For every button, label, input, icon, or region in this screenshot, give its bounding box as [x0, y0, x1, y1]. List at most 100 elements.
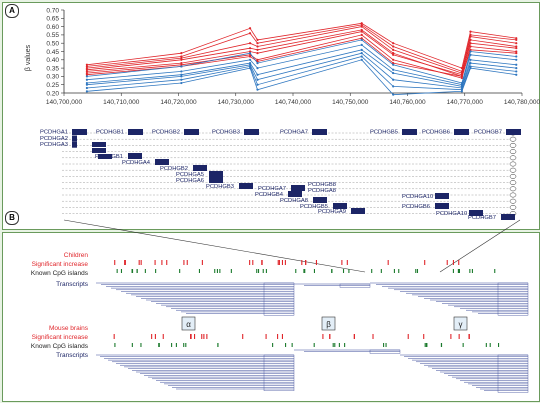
track-end-marker — [509, 186, 517, 192]
gene-label: PCDHGB3 — [212, 130, 240, 136]
exon-block — [454, 129, 469, 135]
track-end-marker — [509, 167, 517, 173]
y-axis-label: β values — [25, 44, 32, 71]
data-point — [248, 55, 252, 58]
track-end-marker — [509, 192, 517, 198]
exon-block — [184, 129, 199, 135]
exon-block — [291, 185, 305, 191]
x-tick-label: 140,750,000 — [332, 99, 369, 106]
gene-label: PCDHGB5 — [370, 130, 398, 136]
data-point — [469, 45, 472, 48]
gene-label: PCDHGB1 — [96, 130, 124, 136]
data-point — [256, 38, 259, 41]
significant-increase-label-2: Significant increase — [32, 334, 89, 341]
x-tick-label: 140,770,000 — [447, 99, 484, 106]
x-tick-label: 140,740,000 — [275, 99, 312, 106]
gene-label: PCDHGB6 — [402, 204, 430, 210]
transcripts-label-1: Transcripts — [56, 281, 89, 288]
track-end-marker — [509, 204, 517, 210]
data-point — [180, 75, 183, 78]
data-point — [360, 38, 363, 41]
x-tick-label: 140,700,000 — [46, 99, 83, 106]
data-point — [515, 70, 518, 73]
data-point — [392, 78, 395, 81]
data-point — [515, 63, 518, 66]
data-point — [392, 85, 395, 88]
data-point — [360, 33, 363, 37]
transcript-exon-block — [263, 282, 295, 316]
x-tick-label: 140,710,000 — [103, 99, 140, 106]
gene-label: PCDHGA2 — [40, 136, 68, 142]
exon-block — [72, 129, 87, 135]
data-point — [469, 58, 472, 61]
exon-block — [506, 129, 521, 135]
data-point — [469, 30, 472, 33]
exon-block — [72, 135, 77, 142]
data-point — [85, 78, 88, 81]
exon-block — [435, 193, 449, 199]
data-point — [85, 83, 88, 86]
data-point — [180, 52, 183, 55]
data-point — [360, 48, 363, 51]
exon-block — [351, 208, 365, 214]
exon-block — [92, 148, 106, 153]
track-end-marker — [509, 161, 517, 167]
data-point — [392, 45, 395, 48]
gene-label: PCDHGA1 — [40, 130, 68, 136]
exon-block — [92, 142, 106, 147]
track-end-marker — [509, 142, 517, 148]
data-point — [392, 58, 395, 61]
cluster-alpha-label: α — [186, 320, 191, 329]
track-end-marker — [509, 155, 517, 161]
exon-block — [239, 183, 253, 189]
exon-block — [128, 129, 143, 135]
data-point — [469, 35, 472, 38]
genome-browser: Children Significant increase Known CpG … — [31, 252, 529, 393]
data-point — [360, 30, 363, 33]
data-point — [392, 48, 395, 51]
exon-block — [128, 153, 142, 159]
track-end-marker — [509, 136, 517, 142]
y-tick-label: 0.45 — [46, 49, 59, 56]
gene-label: PCDHGA7 — [280, 130, 308, 136]
y-tick-label: 0.35 — [46, 65, 59, 72]
data-point — [392, 71, 395, 75]
exon-block — [209, 177, 223, 183]
data-point — [85, 86, 88, 90]
data-point — [515, 58, 518, 61]
exon-block — [402, 129, 417, 135]
exon-block — [155, 159, 169, 165]
zoom-lines — [63, 219, 521, 273]
data-point — [256, 45, 259, 48]
cpg-islands-label-2: Known CpG islands — [31, 343, 89, 350]
data-point — [469, 53, 472, 56]
data-point — [460, 75, 463, 78]
data-point — [515, 67, 518, 70]
cluster-beta-label: β — [326, 320, 331, 329]
data-point — [515, 42, 518, 45]
data-point — [180, 65, 183, 68]
data-point — [248, 27, 252, 30]
y-tick-label: 0.25 — [46, 82, 59, 89]
gene-label: PCDHGA4 — [122, 160, 151, 166]
cpg-islands-label-1: Known CpG islands — [31, 270, 89, 277]
data-point — [360, 52, 363, 55]
track-end-marker — [509, 173, 517, 179]
gene-label: PCDHGB7 — [468, 215, 496, 221]
figure-canvas: β values 0.200.250.30 0.350.400.450.50 0.5… — [25, 7, 540, 393]
y-tick-label: 0.40 — [46, 57, 59, 64]
exon-block — [288, 191, 302, 197]
exon-block — [244, 129, 259, 135]
data-point — [360, 55, 363, 58]
exon-block — [193, 165, 207, 171]
gene-label: PCDHGA8 — [308, 188, 336, 194]
track-end-marker — [509, 198, 517, 204]
data-point — [469, 67, 472, 70]
data-point — [515, 55, 518, 58]
data-point — [180, 81, 183, 85]
gene-label: PCDHGA9 — [318, 209, 346, 215]
data-point — [256, 42, 259, 45]
data-point — [256, 52, 259, 55]
track-end-marker — [509, 180, 517, 186]
significant-increase-label-1: Significant increase — [32, 261, 89, 268]
